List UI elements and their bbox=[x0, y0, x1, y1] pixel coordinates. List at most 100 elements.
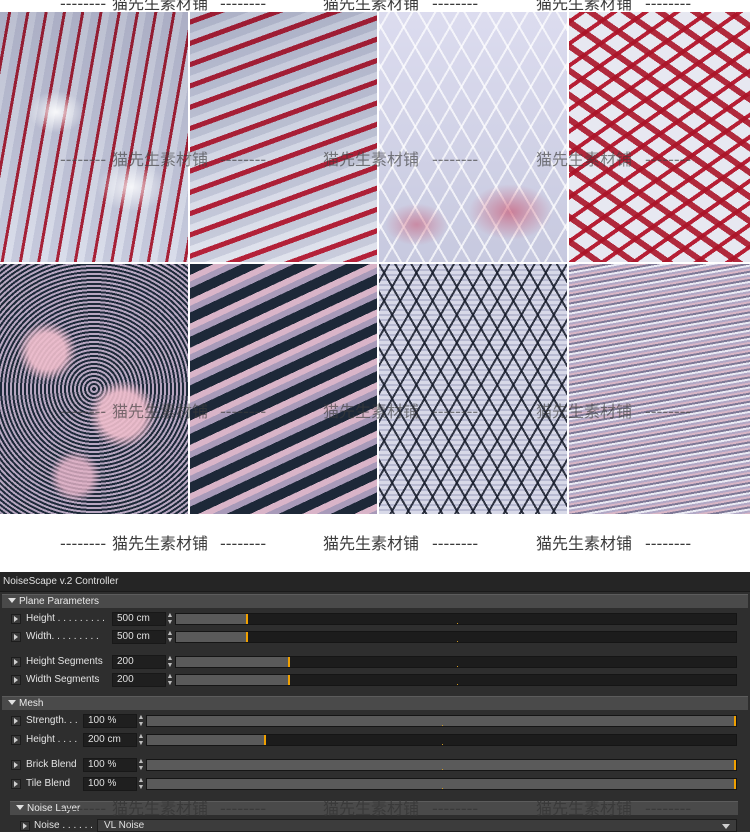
slider-knob[interactable] bbox=[246, 614, 248, 624]
value-field[interactable]: 500 cm bbox=[112, 630, 166, 644]
watermark-text: 猫先生素材铺 bbox=[536, 799, 633, 818]
watermark-dashes: -------- bbox=[432, 799, 479, 818]
slider[interactable] bbox=[146, 759, 737, 771]
slider-tick bbox=[457, 623, 458, 624]
param-row-strength: Strength. . . 100 % ▲ ▼ bbox=[0, 713, 750, 729]
collapse-triangle-icon bbox=[8, 598, 16, 603]
param-row-mesh-height: Height . . . . 200 cm ▲ ▼ bbox=[0, 732, 750, 748]
spinner-arrows-icon[interactable]: ▲ ▼ bbox=[137, 714, 145, 728]
slider-fill bbox=[176, 632, 246, 642]
watermark-dashes: -------- bbox=[220, 799, 267, 818]
spinner-arrows-icon[interactable]: ▲ ▼ bbox=[166, 612, 174, 626]
watermark-row: -------- 猫先生素材铺 -------- 猫先生素材铺 --------… bbox=[0, 402, 750, 422]
chevron-down-icon bbox=[722, 824, 730, 829]
collapse-triangle-icon bbox=[8, 700, 16, 705]
watermark-text: 猫先生素材铺 bbox=[112, 402, 209, 421]
param-label: Height . . . . . . . . . bbox=[26, 613, 105, 624]
slider[interactable] bbox=[175, 656, 737, 668]
watermark-row: -------- 猫先生素材铺 -------- 猫先生素材铺 --------… bbox=[0, 150, 750, 170]
param-row-noise: Noise . . . . . . VL Noise bbox=[0, 818, 750, 832]
noise-type-dropdown[interactable]: VL Noise bbox=[97, 819, 737, 832]
preview-tile bbox=[0, 264, 188, 514]
value-field[interactable]: 100 % bbox=[83, 714, 137, 728]
value-field[interactable]: 200 bbox=[112, 673, 166, 687]
watermark-row: -------- 猫先生素材铺 -------- 猫先生素材铺 --------… bbox=[0, 799, 750, 819]
watermark-text: 猫先生素材铺 bbox=[112, 534, 209, 553]
slider-tick bbox=[457, 684, 458, 685]
param-row-plane-height: Height . . . . . . . . . 500 cm ▲ ▼ bbox=[0, 611, 750, 627]
watermark-dashes: -------- bbox=[220, 402, 267, 421]
value-field[interactable]: 500 cm bbox=[112, 612, 166, 626]
watermark-dashes: -------- bbox=[645, 534, 692, 553]
preview-tile bbox=[568, 12, 750, 262]
value-field[interactable]: 200 bbox=[112, 655, 166, 669]
animate-icon[interactable] bbox=[11, 675, 21, 685]
param-label: Width. . . . . . . . . bbox=[26, 631, 99, 642]
animate-icon[interactable] bbox=[11, 779, 21, 789]
section-label: Mesh bbox=[19, 698, 44, 709]
watermark-text: 猫先生素材铺 bbox=[536, 534, 633, 553]
section-mesh[interactable]: Mesh bbox=[2, 696, 748, 710]
value-field[interactable]: 100 % bbox=[83, 758, 137, 772]
param-label: Height Segments bbox=[26, 656, 103, 667]
animate-icon[interactable] bbox=[11, 614, 21, 624]
preview-tile bbox=[189, 12, 377, 262]
spinner-arrows-icon[interactable]: ▲ ▼ bbox=[166, 630, 174, 644]
value-field[interactable]: 200 cm bbox=[83, 733, 137, 747]
slider-tick bbox=[442, 725, 443, 726]
slider[interactable] bbox=[175, 631, 737, 643]
param-label: Strength. . . bbox=[26, 715, 78, 726]
section-label: Plane Parameters bbox=[19, 596, 100, 607]
animate-icon[interactable] bbox=[11, 716, 21, 726]
slider-knob[interactable] bbox=[734, 716, 736, 726]
slider-fill bbox=[147, 735, 264, 745]
spinner-arrows-icon[interactable]: ▲ ▼ bbox=[137, 733, 145, 747]
slider-knob[interactable] bbox=[288, 657, 290, 667]
slider-knob[interactable] bbox=[246, 632, 248, 642]
param-row-tile-blend: Tile Blend 100 % ▲ ▼ bbox=[0, 776, 750, 792]
watermark-dashes: -------- bbox=[220, 150, 267, 169]
slider[interactable] bbox=[146, 734, 737, 746]
slider[interactable] bbox=[146, 715, 737, 727]
watermark-dashes: -------- bbox=[645, 402, 692, 421]
slider-tick bbox=[457, 666, 458, 667]
panel-title: NoiseScape v.2 Controller bbox=[0, 572, 750, 592]
watermark-text: 猫先生素材铺 bbox=[112, 799, 209, 818]
watermark-dashes: -------- bbox=[220, 534, 267, 553]
spinner-arrows-icon[interactable]: ▲ ▼ bbox=[137, 777, 145, 791]
animate-icon[interactable] bbox=[20, 821, 30, 831]
preview-tile bbox=[379, 264, 567, 514]
value-field[interactable]: 100 % bbox=[83, 777, 137, 791]
param-row-height-segments: Height Segments 200 ▲ ▼ bbox=[0, 654, 750, 670]
slider-knob[interactable] bbox=[288, 675, 290, 685]
param-label: Tile Blend bbox=[26, 778, 71, 789]
slider-fill bbox=[147, 716, 734, 726]
param-label: Width Segments bbox=[26, 674, 100, 685]
animate-icon[interactable] bbox=[11, 657, 21, 667]
slider[interactable] bbox=[175, 674, 737, 686]
slider-knob[interactable] bbox=[264, 735, 266, 745]
watermark-text: 猫先生素材铺 bbox=[323, 150, 420, 169]
watermark-dashes: -------- bbox=[60, 799, 107, 818]
slider-knob[interactable] bbox=[734, 779, 736, 789]
slider-tick bbox=[442, 744, 443, 745]
spinner-arrows-icon[interactable]: ▲ ▼ bbox=[166, 673, 174, 687]
animate-icon[interactable] bbox=[11, 735, 21, 745]
watermark-text: 猫先生素材铺 bbox=[323, 402, 420, 421]
slider-tick bbox=[457, 641, 458, 642]
watermark-text: 猫先生素材铺 bbox=[112, 150, 209, 169]
controller-panel: NoiseScape v.2 Controller Plane Paramete… bbox=[0, 572, 750, 832]
section-plane-parameters[interactable]: Plane Parameters bbox=[2, 594, 748, 608]
animate-icon[interactable] bbox=[11, 760, 21, 770]
spinner-arrows-icon[interactable]: ▲ ▼ bbox=[137, 758, 145, 772]
watermark-dashes: -------- bbox=[60, 534, 107, 553]
param-label: Brick Blend bbox=[26, 759, 77, 770]
slider[interactable] bbox=[175, 613, 737, 625]
watermark-text: 猫先生素材铺 bbox=[536, 402, 633, 421]
param-label: Noise . . . . . . bbox=[34, 820, 93, 831]
slider-knob[interactable] bbox=[734, 760, 736, 770]
animate-icon[interactable] bbox=[11, 632, 21, 642]
spinner-arrows-icon[interactable]: ▲ ▼ bbox=[166, 655, 174, 669]
watermark-dashes: -------- bbox=[432, 402, 479, 421]
slider[interactable] bbox=[146, 778, 737, 790]
